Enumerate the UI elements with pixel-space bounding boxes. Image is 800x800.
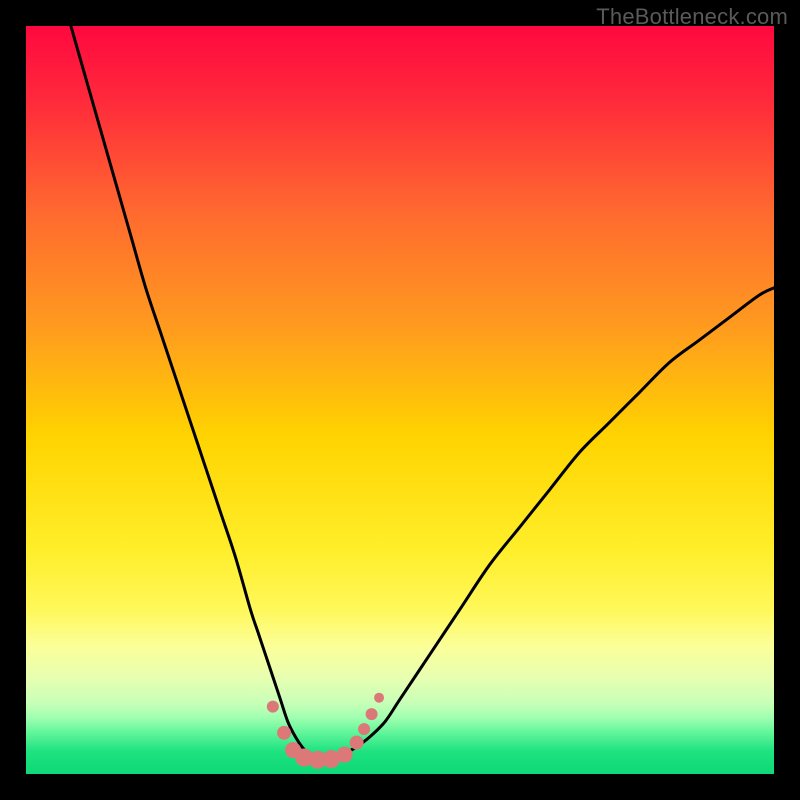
curve-marker	[277, 726, 291, 740]
chart-frame: TheBottleneck.com	[0, 0, 800, 800]
watermark-text: TheBottleneck.com	[596, 4, 788, 30]
curve-marker	[366, 708, 378, 720]
curve-marker	[358, 723, 370, 735]
gradient-background	[26, 26, 774, 774]
curve-marker	[350, 736, 364, 750]
curve-marker	[374, 693, 384, 703]
chart-svg	[26, 26, 774, 774]
plot-area	[26, 26, 774, 774]
curve-marker	[337, 747, 353, 763]
curve-marker	[267, 701, 279, 713]
